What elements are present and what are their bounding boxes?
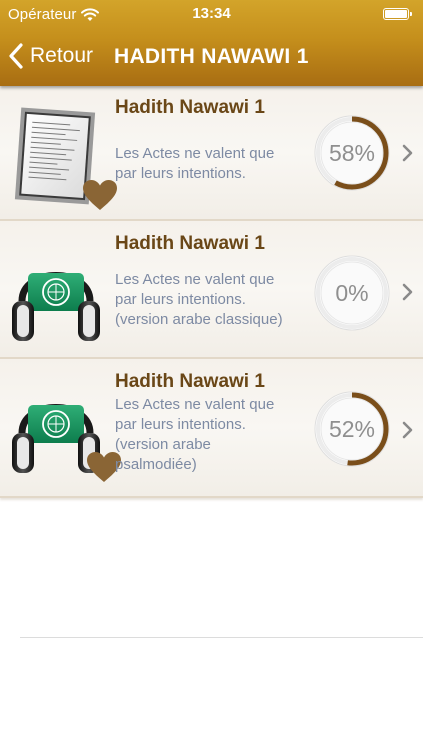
favorite-heart-icon[interactable] — [82, 179, 118, 211]
headphones-icon — [12, 272, 100, 341]
list-item[interactable]: Hadith Nawawi 1 Les Actes ne valent que … — [0, 221, 423, 359]
item-title: Hadith Nawawi 1 — [115, 233, 265, 254]
app-header: Opérateur 13:34 Retour HADITH NAWAWI 1 — [0, 0, 423, 86]
progress-label: 0% — [335, 280, 369, 306]
status-bar: Opérateur 13:34 — [0, 0, 423, 28]
clock: 13:34 — [192, 5, 231, 22]
list-item[interactable]: Hadith Nawawi 1 Les Actes ne valent que … — [0, 359, 423, 498]
chevron-right-icon — [402, 283, 413, 301]
progress-ring: 58% — [313, 114, 391, 192]
item-description: Les Actes ne valent que par leurs intent… — [115, 145, 275, 182]
page-title: HADITH NAWAWI 1 — [114, 45, 309, 68]
back-chevron-icon — [9, 43, 23, 69]
item-title: Hadith Nawawi 1 — [115, 371, 265, 392]
hadith-list: Hadith Nawawi 1 Les Actes ne valent que … — [0, 86, 423, 498]
progress-ring: 52% — [313, 390, 391, 468]
back-button[interactable]: Retour — [8, 40, 93, 72]
progress-label: 52% — [328, 416, 376, 442]
nav-bar: Retour HADITH NAWAWI 1 — [0, 30, 423, 84]
list-separator — [20, 637, 423, 638]
item-description: Les Actes ne valent que par leurs intent… — [115, 271, 283, 328]
chevron-right-icon — [402, 144, 413, 162]
list-item[interactable]: Hadith Nawawi 1 Les Actes ne valent que … — [0, 86, 423, 221]
back-label: Retour — [30, 44, 94, 67]
progress-label: 58% — [328, 140, 376, 166]
item-description: Les Actes ne valent que par leurs intent… — [115, 396, 275, 473]
item-title: Hadith Nawawi 1 — [115, 97, 265, 118]
battery-icon — [383, 8, 412, 20]
chevron-right-icon — [402, 421, 413, 439]
progress-ring: 0% — [313, 254, 391, 332]
